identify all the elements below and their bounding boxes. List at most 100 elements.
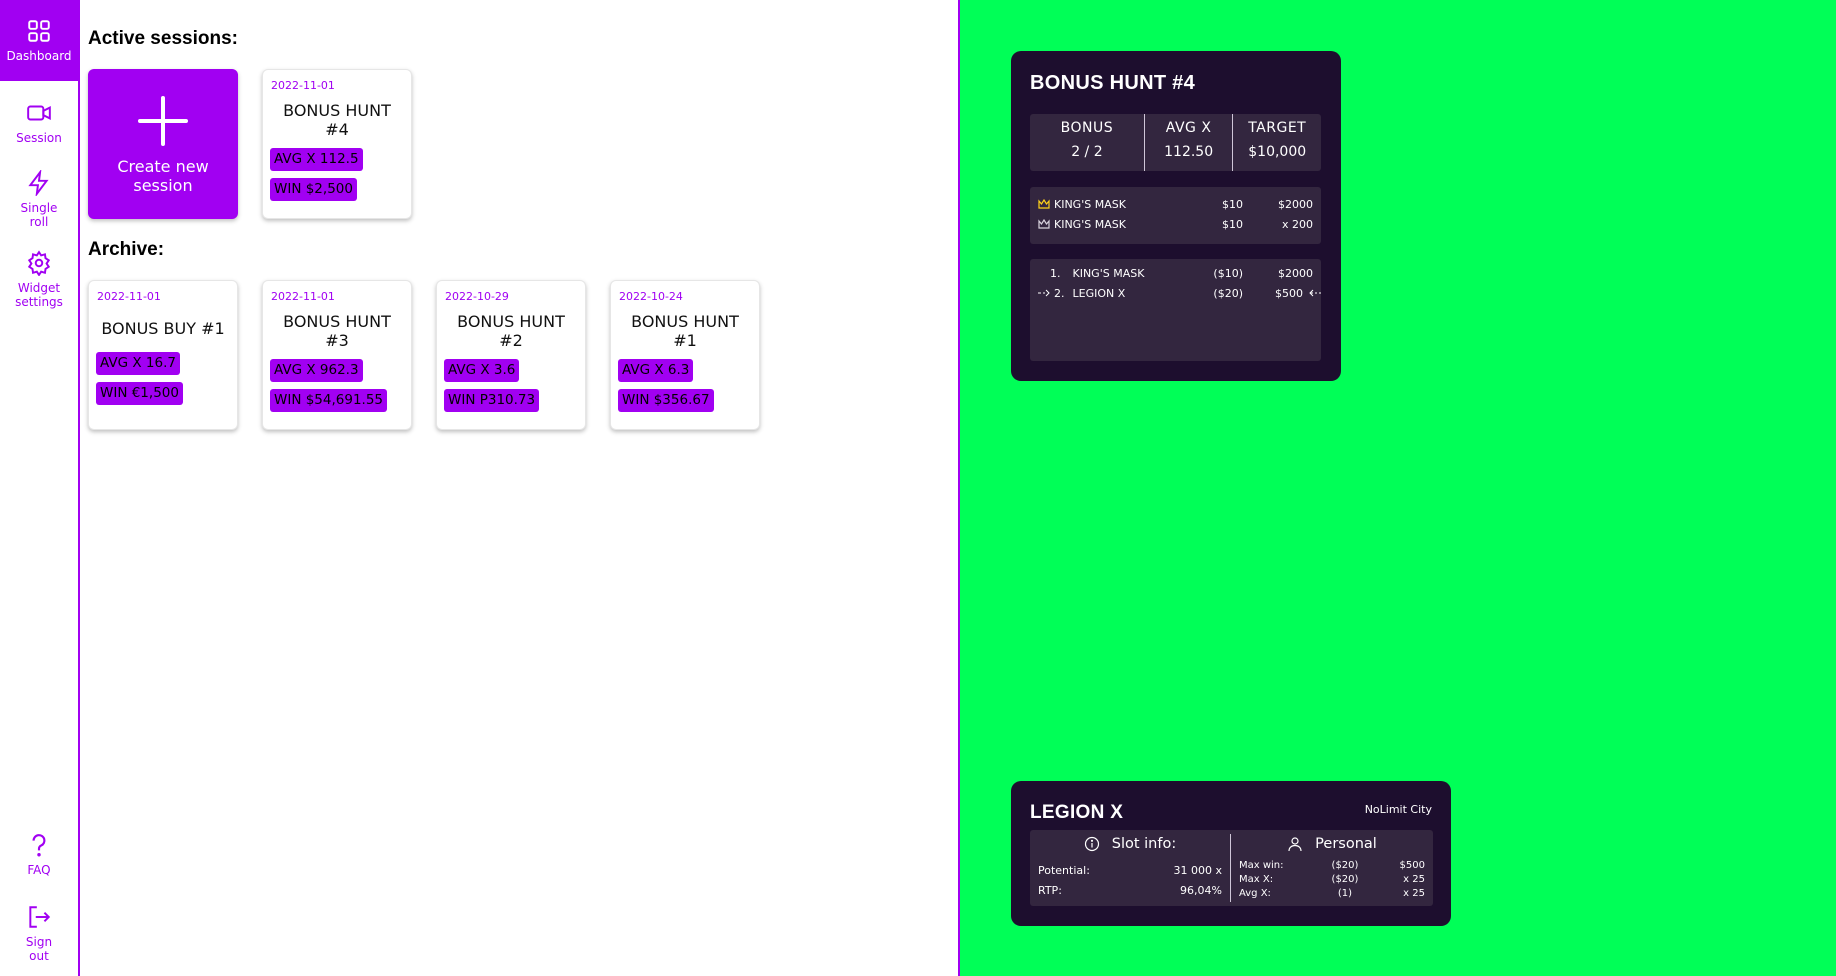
avg-badge: AVG X 962.3 bbox=[270, 359, 363, 382]
widget-preview-area: BONUS HUNT #4 BONUS 2 / 2 AVG X 112.50 T… bbox=[958, 0, 1836, 976]
video-camera-icon bbox=[27, 105, 51, 121]
slot-title: LEGION X bbox=[1030, 802, 1124, 823]
win-value: $2000 bbox=[1278, 266, 1313, 280]
session-date: 2022-10-24 bbox=[619, 290, 683, 303]
personal-row: Max X: ($20) x 25 bbox=[1239, 872, 1425, 886]
stat-value: $10,000 bbox=[1248, 144, 1307, 160]
personal-bet: ($20) bbox=[1331, 873, 1359, 885]
personal-key: Max win: bbox=[1239, 859, 1284, 871]
slot-info-section: Slot info: Potential: 31 000 x RTP: 96,0… bbox=[1030, 830, 1230, 906]
sidebar-item-widget-settings[interactable]: Widget settings bbox=[0, 250, 78, 309]
session-date: 2022-11-01 bbox=[271, 290, 335, 303]
stat-key: AVG X bbox=[1165, 120, 1212, 136]
slot-info-box: Slot info: Potential: 31 000 x RTP: 96,0… bbox=[1030, 830, 1433, 906]
personal-section: Personal Max win: ($20) $500 Max X: ($20… bbox=[1230, 834, 1433, 902]
archive-card[interactable]: 2022-10-29 BONUS HUNT #2 AVG X 3.6 WIN P… bbox=[436, 280, 586, 430]
archive-card[interactable]: 2022-11-01 BONUS HUNT #3 AVG X 962.3 WIN… bbox=[262, 280, 412, 430]
info-icon bbox=[1084, 836, 1099, 852]
lightning-icon bbox=[28, 170, 49, 196]
info-key: RTP: bbox=[1038, 883, 1062, 897]
sidebar-item-dashboard[interactable]: Dashboard bbox=[0, 0, 78, 81]
info-value: 31 000 x bbox=[1173, 863, 1223, 877]
archive-card[interactable]: 2022-11-01 BONUS BUY #1 AVG X 16.7 WIN €… bbox=[88, 280, 238, 430]
slot-name: KING'S MASK bbox=[1072, 266, 1145, 280]
slot-info-row: RTP: 96,04% bbox=[1038, 883, 1222, 897]
gear-icon bbox=[27, 250, 51, 276]
create-session-label: Create new session bbox=[117, 157, 209, 195]
win-badge: WIN €1,500 bbox=[96, 382, 183, 405]
question-icon bbox=[32, 834, 46, 857]
row-number: 2. bbox=[1054, 286, 1065, 300]
top-win-row: KING'S MASK $10 $2000 bbox=[1038, 197, 1313, 211]
sidebar-item-label: Session bbox=[16, 131, 62, 145]
stat-value: 112.50 bbox=[1164, 144, 1214, 160]
personal-key: Avg X: bbox=[1239, 887, 1271, 899]
win-badge: WIN $356.67 bbox=[618, 389, 714, 412]
personal-bet: ($20) bbox=[1331, 859, 1359, 871]
stat-bonus: BONUS 2 / 2 bbox=[1030, 114, 1144, 171]
stat-key: BONUS bbox=[1060, 120, 1114, 136]
avg-badge: AVG X 6.3 bbox=[618, 359, 694, 382]
bet-value: ($20) bbox=[1213, 286, 1243, 300]
stat-key: TARGET bbox=[1248, 120, 1307, 136]
session-title: BONUS HUNT #1 bbox=[631, 312, 739, 350]
stat-avg-x: AVG X 112.50 bbox=[1143, 114, 1233, 171]
top-win-row: KING'S MASK $10 x 200 bbox=[1038, 217, 1313, 231]
slot-info-row: Potential: 31 000 x bbox=[1038, 863, 1222, 877]
sidebar-item-sign-out[interactable]: Sign out bbox=[0, 904, 78, 963]
user-icon bbox=[1288, 837, 1302, 852]
hunt-stats: BONUS 2 / 2 AVG X 112.50 TARGET $10,000 bbox=[1030, 114, 1321, 171]
grid-icon bbox=[28, 20, 50, 42]
bonus-list-row: 1. KING'S MASK ($10) $2000 bbox=[1038, 266, 1313, 280]
sidebar-item-label: Widget settings bbox=[15, 281, 63, 309]
win-badge: WIN $2,500 bbox=[270, 178, 357, 201]
personal-key: Max X: bbox=[1239, 873, 1274, 885]
main-content: Active sessions: Create new session 2022… bbox=[80, 0, 958, 976]
win-value: $500 bbox=[1275, 286, 1303, 300]
top-wins-panel: KING'S MASK $10 $2000 KING'S MASK $10 x … bbox=[1030, 187, 1321, 244]
sidebar-item-session[interactable]: Session bbox=[0, 100, 78, 145]
sidebar-item-label: Dashboard bbox=[6, 49, 72, 63]
personal-value: x 25 bbox=[1403, 887, 1425, 899]
info-key: Potential: bbox=[1038, 863, 1090, 877]
info-value: 96,04% bbox=[1180, 883, 1222, 897]
slot-name: LEGION X bbox=[1072, 286, 1126, 300]
sidebar-item-label: Sign out bbox=[25, 935, 53, 963]
session-card[interactable]: 2022-11-01 BONUS HUNT #4 AVG X 112.5 WIN… bbox=[262, 69, 412, 219]
sidebar: Dashboard Session Single roll Widget set… bbox=[0, 0, 80, 976]
arrow-left-icon bbox=[1309, 289, 1321, 297]
sidebar-item-faq[interactable]: FAQ bbox=[0, 832, 78, 877]
personal-value: $500 bbox=[1399, 859, 1425, 871]
personal-row: Avg X: (1) x 25 bbox=[1239, 886, 1425, 900]
slot-provider: NoLimit City bbox=[1364, 803, 1432, 816]
session-title: BONUS HUNT #2 bbox=[457, 312, 565, 350]
avg-badge: AVG X 3.6 bbox=[444, 359, 520, 382]
crown-outline-icon bbox=[1038, 219, 1050, 229]
avg-badge: AVG X 112.5 bbox=[270, 148, 363, 171]
sidebar-item-label: FAQ bbox=[27, 863, 51, 877]
archive-title: Archive: bbox=[88, 239, 165, 260]
personal-value: x 25 bbox=[1403, 873, 1425, 885]
session-title: BONUS HUNT #4 bbox=[283, 101, 391, 139]
slot-name: KING'S MASK bbox=[1054, 217, 1126, 231]
personal-row: Max win: ($20) $500 bbox=[1239, 858, 1425, 872]
session-title: BONUS HUNT #3 bbox=[283, 312, 391, 350]
session-date: 2022-11-01 bbox=[97, 290, 161, 303]
personal-bet: (1) bbox=[1337, 887, 1353, 899]
personal-label: Personal bbox=[1315, 836, 1377, 852]
sign-out-icon bbox=[29, 906, 51, 928]
slot-info-widget: LEGION X NoLimit City Slot info: Potenti… bbox=[1011, 781, 1451, 926]
win-badge: WIN $54,691.55 bbox=[270, 389, 388, 412]
archive-card[interactable]: 2022-10-24 BONUS HUNT #1 AVG X 6.3 WIN $… bbox=[610, 280, 760, 430]
session-title: BONUS BUY #1 bbox=[101, 319, 225, 338]
plus-icon bbox=[138, 96, 188, 146]
sidebar-item-single-roll[interactable]: Single roll bbox=[0, 170, 78, 229]
win-value: x 200 bbox=[1281, 217, 1313, 231]
session-date: 2022-10-29 bbox=[445, 290, 509, 303]
stat-value: 2 / 2 bbox=[1071, 144, 1103, 160]
bonus-list-panel: 1. KING'S MASK ($10) $2000 2. LEGION X (… bbox=[1030, 259, 1321, 361]
bet-value: ($10) bbox=[1213, 266, 1243, 280]
create-session-button[interactable]: Create new session bbox=[88, 69, 238, 219]
sidebar-item-label: Single roll bbox=[20, 201, 58, 229]
bonus-hunt-widget: BONUS HUNT #4 BONUS 2 / 2 AVG X 112.50 T… bbox=[1011, 51, 1341, 381]
